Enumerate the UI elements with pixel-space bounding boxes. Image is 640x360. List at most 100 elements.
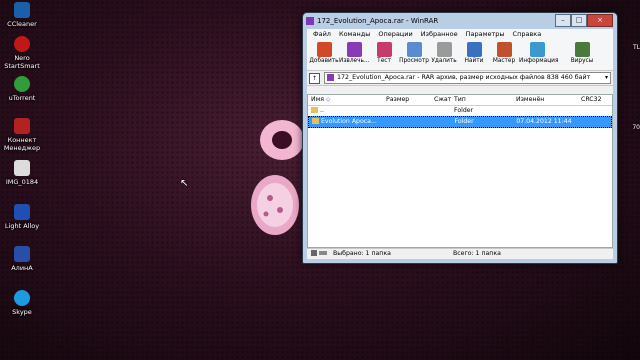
minimize-button[interactable]: – (555, 14, 571, 27)
file-packed (435, 117, 455, 127)
table-row-selected[interactable]: Evolution Apoca... Folder 07.04.2012 11:… (308, 116, 612, 128)
extract-button[interactable]: Извлечь... (339, 40, 369, 70)
menu-help[interactable]: Справка (509, 29, 546, 40)
toolbar-label: Мастер (492, 58, 516, 64)
file-crc (581, 106, 611, 116)
file-modified (516, 106, 581, 116)
virus-scan-button[interactable]: Вирусы (567, 40, 597, 70)
column-header-name[interactable]: Имя ⬦ (308, 95, 386, 105)
desktop-icon-connect-manager[interactable]: Коннект Менеджер (0, 118, 44, 152)
menu-favorites[interactable]: Избранное (417, 29, 462, 40)
nero-icon (14, 36, 30, 52)
file-modified: 07.04.2012 11:44 (516, 118, 572, 125)
title-bar[interactable]: 172_Evolution_Apoca.rar - WinRAR – □ × (303, 13, 617, 29)
toolbar: Добавить Извлечь... Тест Просмотр Удалит… (307, 40, 613, 71)
toolbar-label: Тест (377, 58, 391, 64)
toolbar-label: Найти (464, 58, 484, 64)
view-button[interactable]: Просмотр (399, 40, 429, 70)
desktop-icon-label: CCleaner (7, 20, 37, 28)
desktop-icon-skype[interactable]: Skype (0, 290, 44, 316)
menu-bar: Файл Команды Операции Избранное Параметр… (307, 29, 613, 40)
menu-commands[interactable]: Команды (335, 29, 374, 40)
menu-options[interactable]: Параметры (462, 29, 509, 40)
folder-icon (312, 118, 319, 124)
toolbar-label: Удалить (431, 58, 457, 64)
desktop-icon-utorrent[interactable]: uTorrent (0, 76, 44, 102)
find-button[interactable]: Найти (459, 40, 489, 70)
file-list-header: Имя ⬦ Размер Сжат Тип Изменён CRC32 (308, 95, 612, 106)
path-combobox[interactable]: 172_Evolution_Apoca.rar - RAR архив, раз… (324, 72, 611, 84)
wizard-button[interactable]: Мастер (489, 40, 519, 70)
toolbar-label: Информация (519, 58, 559, 64)
window-title: 172_Evolution_Apoca.rar - WinRAR (317, 17, 439, 25)
extract-icon (346, 42, 362, 57)
wallpaper-character-art (251, 120, 304, 235)
menu-file[interactable]: Файл (309, 29, 335, 40)
image-file-icon (14, 160, 30, 176)
path-text: 172_Evolution_Apoca.rar - RAR архив, раз… (337, 74, 591, 81)
toolbar-label: Добавить (309, 58, 339, 64)
delete-button[interactable]: Удалить (429, 40, 459, 70)
file-packed (434, 106, 454, 116)
desktop-icon-ccleaner[interactable]: CCleaner (0, 2, 44, 28)
key-icon (319, 251, 327, 255)
add-icon (316, 42, 332, 57)
desktop-icon-label-partial: TL (632, 44, 640, 51)
desktop-icon-light-alloy[interactable]: Light Alloy (0, 204, 44, 230)
add-button[interactable]: Добавить (309, 40, 339, 70)
status-selected: Выбрано: 1 папка (333, 250, 391, 257)
view-icon (406, 42, 422, 57)
delete-icon (436, 42, 452, 57)
desktop-icon-nero[interactable]: Nero StartSmart (0, 36, 44, 70)
wizard-icon (496, 42, 512, 57)
toolbar-label: Просмотр (399, 58, 429, 64)
status-bar: Выбрано: 1 папка Всего: 1 папка (307, 248, 613, 259)
desktop-icon-alina[interactable]: АлинА (0, 246, 44, 272)
winrar-window[interactable]: 172_Evolution_Apoca.rar - WinRAR – □ × Ф… (302, 12, 618, 264)
desktop-icon-img-0184[interactable]: IMG_0184 (0, 160, 44, 186)
rar-archive-icon (327, 73, 334, 81)
column-header-packed[interactable]: Сжат (434, 95, 454, 105)
path-bar: ↑ 172_Evolution_Apoca.rar - RAR архив, р… (307, 71, 613, 86)
desktop-icon-label: uTorrent (8, 94, 36, 102)
desktop-icon-label: АлинА (11, 264, 33, 272)
desktop-icon-label: IMG_0184 (5, 178, 39, 186)
info-button[interactable]: Информация (519, 40, 559, 70)
virus-scan-icon (574, 42, 590, 57)
maximize-button[interactable]: □ (571, 14, 587, 27)
ccleaner-icon (14, 2, 30, 18)
desktop-icon-label: Light Alloy (4, 222, 40, 230)
test-icon (376, 42, 392, 57)
column-header-crc[interactable]: CRC32 (581, 95, 611, 105)
test-button[interactable]: Тест (369, 40, 399, 70)
file-name: Evolution Apoca... (321, 118, 377, 125)
file-list[interactable]: Имя ⬦ Размер Сжат Тип Изменён CRC32 .. F… (307, 94, 613, 248)
toolbar-label: Вирусы (570, 58, 594, 64)
up-folder-button[interactable]: ↑ (309, 72, 320, 84)
close-button[interactable]: × (587, 14, 613, 27)
toolbar-label: Извлечь... (339, 58, 370, 64)
folder-icon (311, 107, 318, 113)
desktop-icon-label: Коннект Менеджер (3, 136, 41, 152)
file-name: .. (320, 107, 324, 114)
sort-arrow-icon: ⬦ (326, 96, 331, 103)
file-crc (581, 117, 611, 127)
desktop-icon-label-partial: 70 (632, 124, 640, 131)
skype-icon (14, 290, 30, 306)
connect-manager-icon (14, 118, 30, 134)
file-size (387, 117, 435, 127)
info-icon (529, 42, 545, 57)
chevron-down-icon[interactable]: ▾ (605, 73, 608, 83)
utorrent-icon (14, 76, 30, 92)
file-type: Folder (454, 107, 474, 114)
column-header-size[interactable]: Размер (386, 95, 434, 105)
file-type: Folder (454, 118, 474, 125)
find-icon (466, 42, 482, 57)
table-row[interactable]: .. Folder (308, 106, 612, 116)
column-header-type[interactable]: Тип (454, 95, 516, 105)
column-header-modified[interactable]: Изменён (516, 95, 581, 105)
mouse-cursor-icon: ↖ (180, 178, 189, 189)
desktop-icon-label: Nero StartSmart (4, 54, 40, 70)
menu-operations[interactable]: Операции (374, 29, 416, 40)
desktop-icon-label: Skype (12, 308, 32, 316)
